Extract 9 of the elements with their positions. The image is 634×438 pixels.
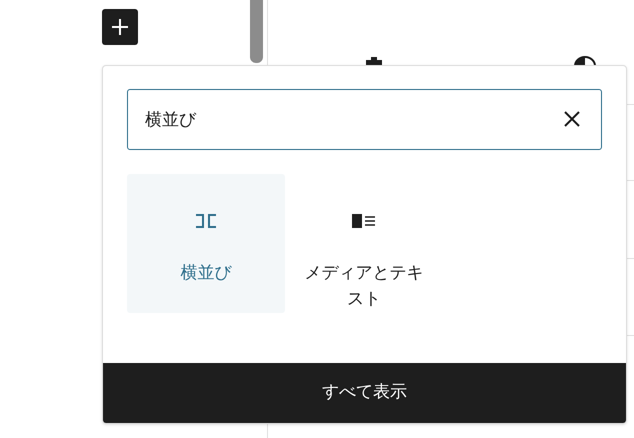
block-item[interactable]: 横並び: [127, 174, 285, 313]
close-icon[interactable]: [563, 110, 581, 128]
scrollbar-thumb[interactable]: [250, 0, 263, 63]
add-block-button[interactable]: [102, 9, 138, 45]
media-text-icon: [352, 214, 376, 228]
search-field[interactable]: 横並び: [127, 89, 602, 150]
show-all-button[interactable]: すべて表示: [103, 363, 626, 423]
columns-icon: [195, 214, 217, 228]
plus-icon: [110, 17, 130, 37]
